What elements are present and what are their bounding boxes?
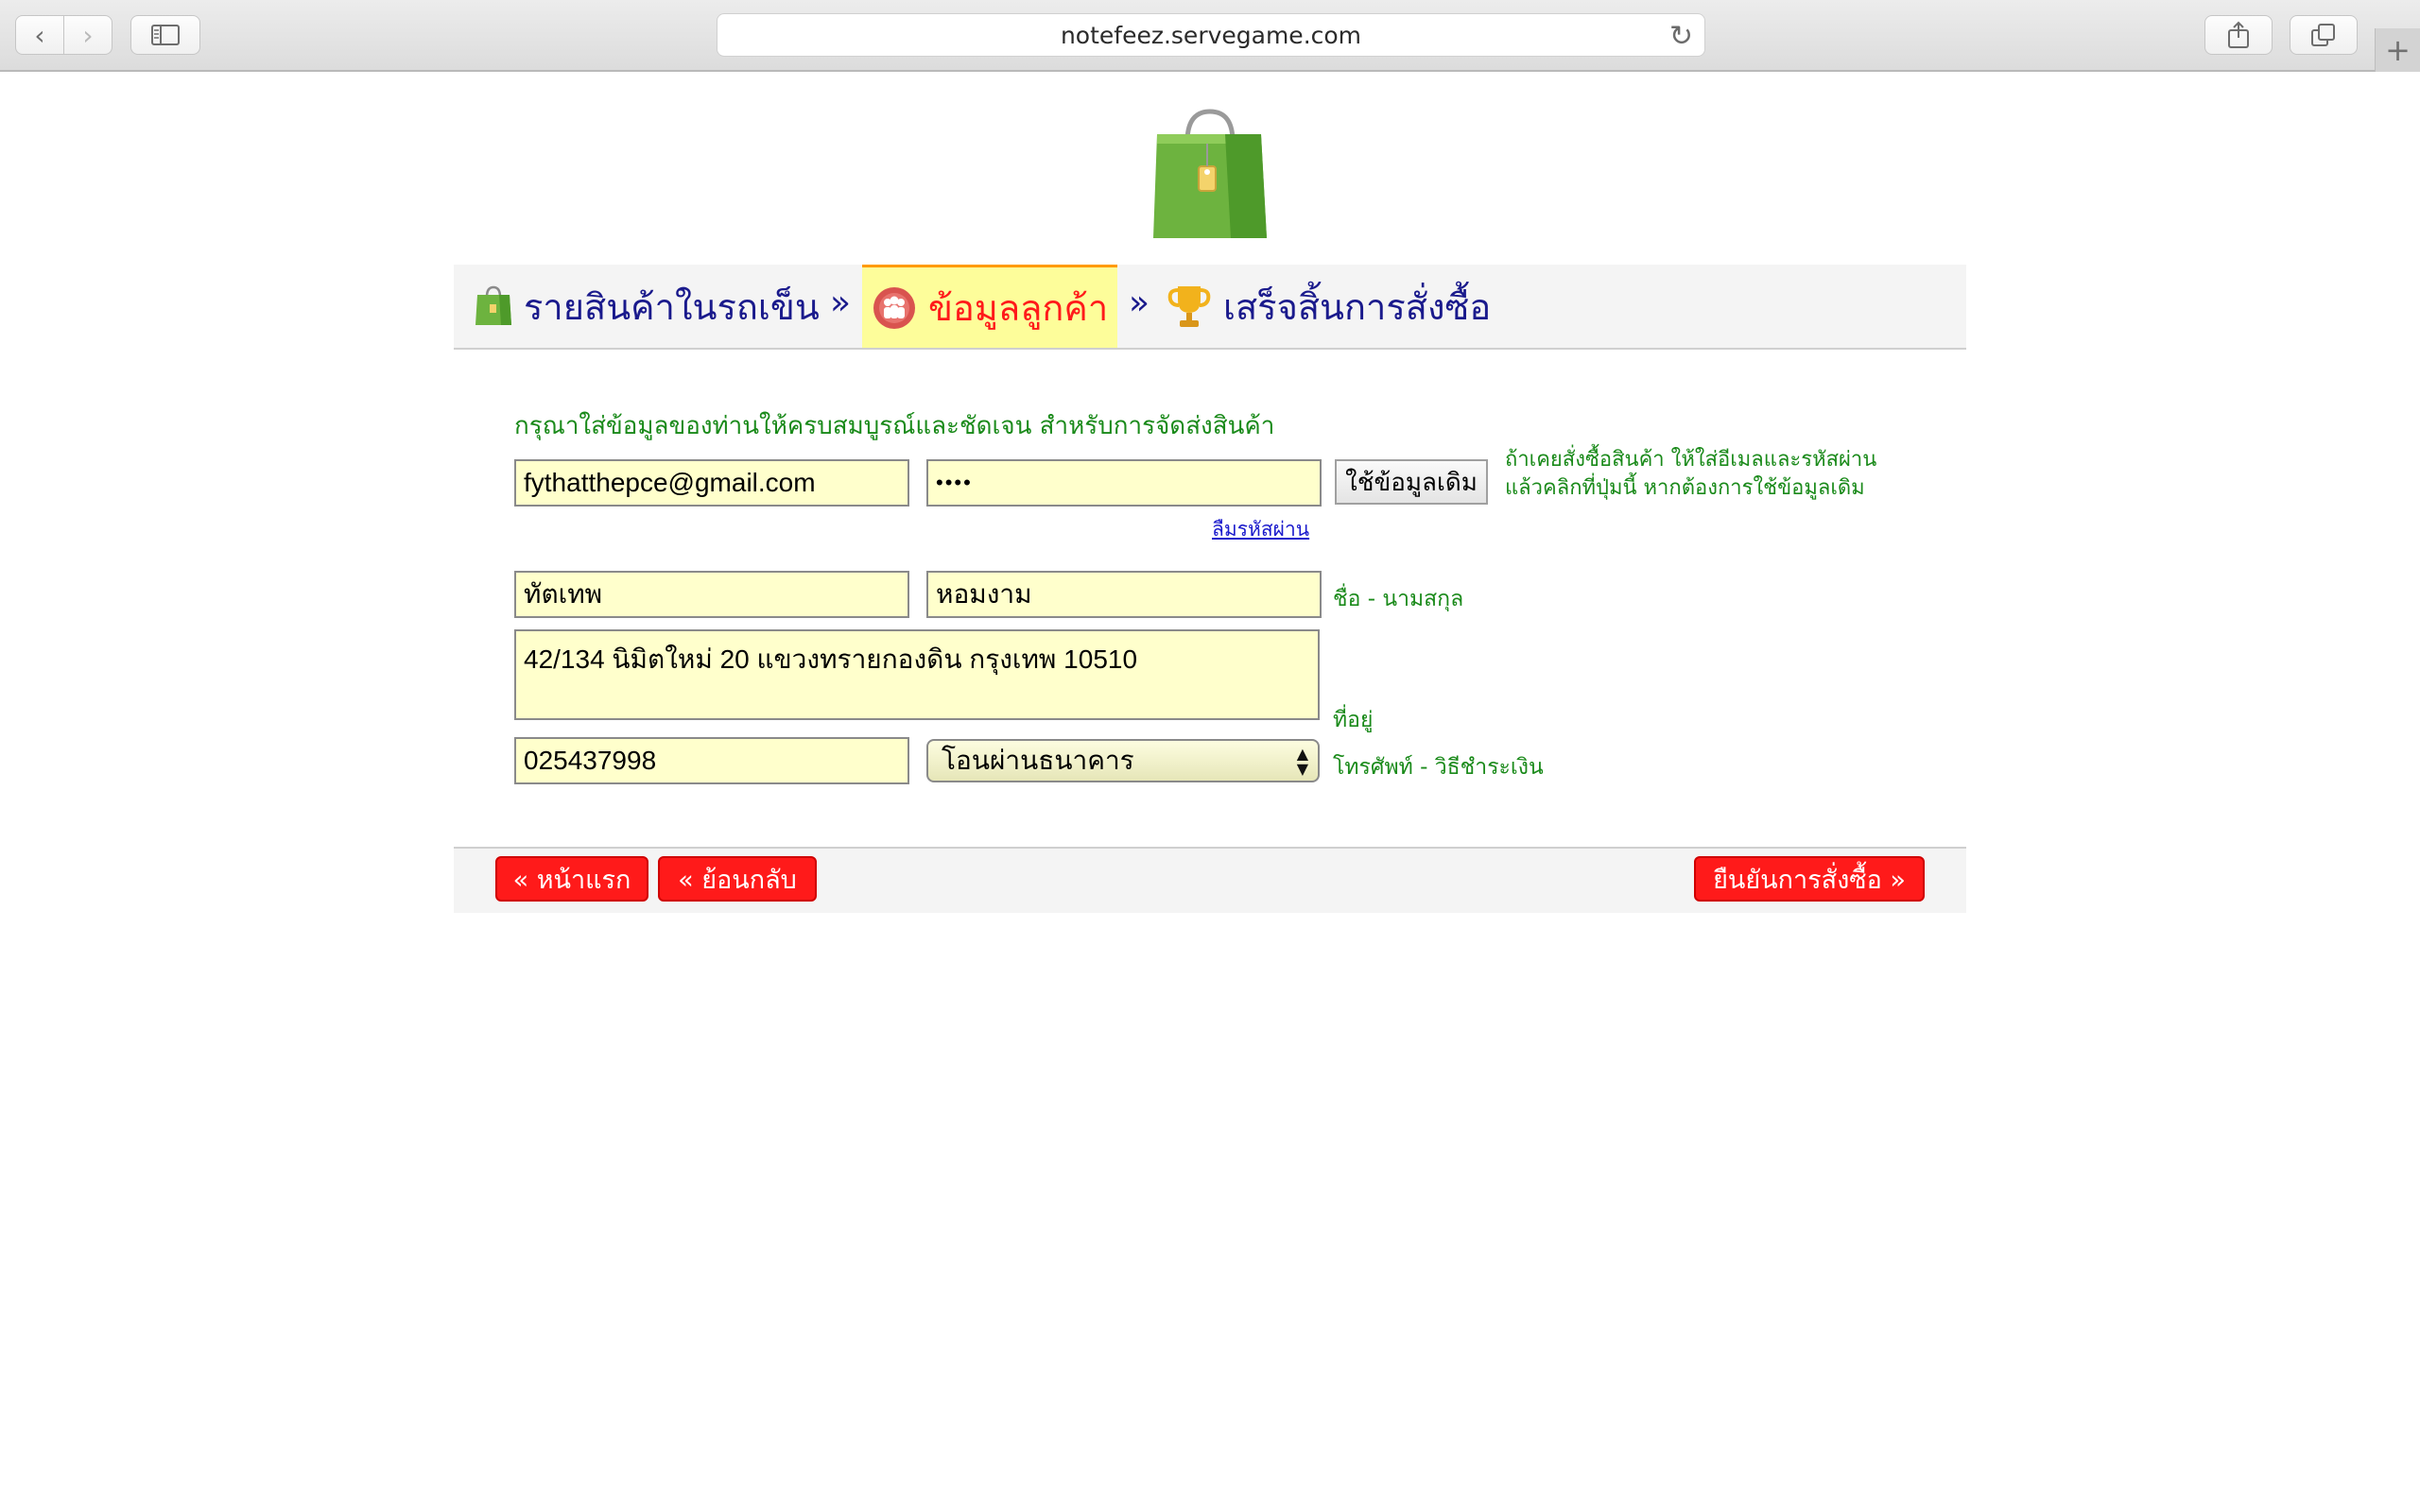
- step-finish[interactable]: เสร็จสิ้นการสั่งซื้อ: [1167, 265, 1491, 348]
- address-label: ที่อยู่: [1333, 708, 1374, 732]
- shopping-bag-icon: [1153, 109, 1267, 238]
- trophy-icon: [1167, 286, 1211, 327]
- share-icon: [2228, 21, 2249, 48]
- shop-logo: [1150, 106, 1270, 244]
- last-name-field[interactable]: หอมงาม: [926, 571, 1322, 618]
- address-textarea[interactable]: 42/134 นิมิตใหม่ 20 แขวงทรายกองดิน กรุงเ…: [514, 629, 1320, 720]
- share-button[interactable]: [2204, 15, 2273, 55]
- email-field[interactable]: fythatthepce@gmail.com: [514, 459, 909, 507]
- step-separator: »: [1129, 284, 1150, 322]
- chevron-right-icon: ›: [82, 19, 94, 51]
- browser-toolbar: ‹ › notefeez.servegame.com ↻ +: [0, 0, 2420, 72]
- payment-method-select[interactable]: โอนผ่านธนาคาร ▲ ▼: [926, 739, 1320, 782]
- phone-field[interactable]: 025437998: [514, 737, 909, 784]
- form-actions-bar: « หน้าแรก « ย้อนกลับ ยืนยันการสั่งซื้อ »: [454, 847, 1966, 913]
- forward-button[interactable]: ›: [63, 15, 112, 55]
- tab-overview-button[interactable]: [2290, 15, 2358, 55]
- chevron-left-icon: ‹: [34, 19, 45, 51]
- checkout-steps: รายสินค้าในรถเข็น » ข้อมูลลูกค้า » เสร็จ…: [454, 265, 1966, 350]
- step-customer-info[interactable]: ข้อมูลลูกค้า: [862, 265, 1118, 348]
- step-finish-label: เสร็จสิ้นการสั่งซื้อ: [1223, 285, 1492, 328]
- back-step-button[interactable]: « ย้อนกลับ: [658, 856, 817, 902]
- people-icon: [873, 286, 915, 329]
- new-tab-button[interactable]: +: [2375, 28, 2420, 72]
- name-label: ชื่อ - นามสกุล: [1333, 587, 1464, 611]
- sidebar-toggle-button[interactable]: [130, 15, 200, 55]
- tabs-icon: [2311, 24, 2335, 46]
- first-name-field[interactable]: ทัตเทพ: [514, 571, 909, 618]
- use-existing-data-button[interactable]: ใช้ข้อมูลเดิม: [1335, 459, 1488, 505]
- forgot-password-link[interactable]: ลืมรหัสผ่าน: [1212, 514, 1309, 545]
- existing-hint-line: ถ้าเคยสั่งซื้อสินค้า ให้ใส่อีเมลและรหัสผ…: [1505, 448, 1877, 472]
- payment-method-value: โอนผ่านธนาคาร: [942, 745, 1134, 776]
- home-button[interactable]: « หน้าแรก: [495, 856, 648, 902]
- phone-payment-label: โทรศัพท์ - วิธีชำระเงิน: [1333, 755, 1544, 780]
- confirm-order-button[interactable]: ยืนยันการสั่งซื้อ »: [1694, 856, 1925, 902]
- address-bar[interactable]: notefeez.servegame.com ↻: [717, 13, 1705, 57]
- sidebar-icon: [151, 25, 180, 45]
- back-button[interactable]: ‹: [15, 15, 64, 55]
- url-text: notefeez.servegame.com: [1060, 21, 1362, 49]
- existing-customer-hint: ถ้าเคยสั่งซื้อสินค้า ให้ใส่อีเมลและรหัสผ…: [1505, 446, 1876, 503]
- step-cart[interactable]: รายสินค้าในรถเข็น: [475, 265, 820, 348]
- select-arrows-icon: ▲ ▼: [1296, 745, 1308, 778]
- existing-hint-line: แล้วคลิกที่ปุ่มนี้ หากต้องการใช้ข้อมูลเด…: [1505, 476, 1865, 500]
- step-cart-label: รายสินค้าในรถเข็น: [524, 285, 820, 328]
- reload-icon[interactable]: ↻: [1669, 20, 1693, 53]
- plus-icon: +: [2385, 32, 2411, 68]
- form-instructions: กรุณาใส่ข้อมูลของท่านให้ครบสมบูรณ์และชัด…: [514, 412, 1275, 440]
- step-separator: »: [830, 284, 852, 322]
- step-customer-label: ข้อมูลลูกค้า: [928, 287, 1109, 329]
- shopping-bag-icon: [475, 285, 511, 325]
- password-field[interactable]: ••••: [926, 459, 1322, 507]
